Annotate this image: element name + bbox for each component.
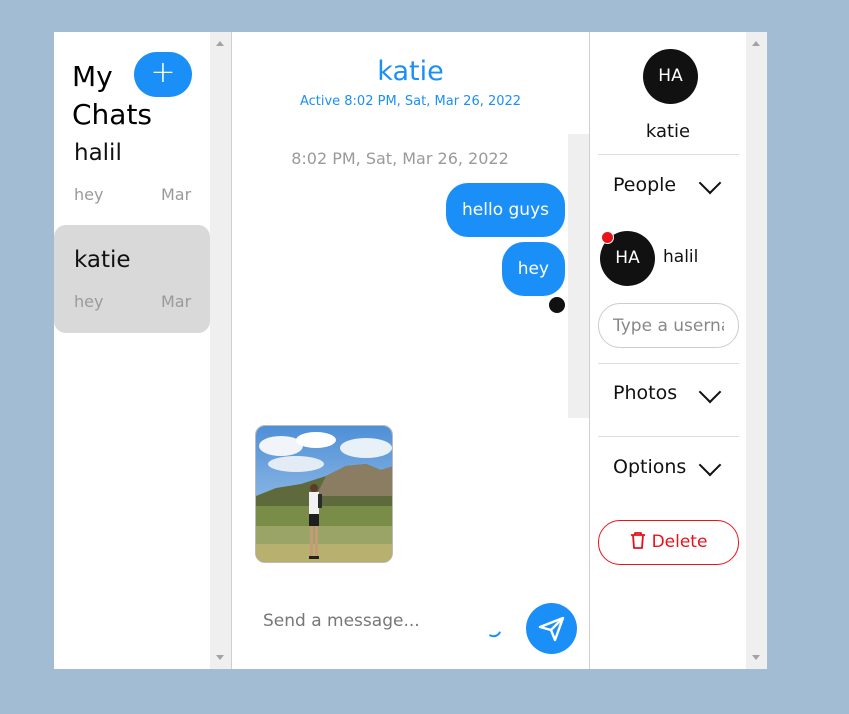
- conversation-active-status: Active 8:02 PM, Sat, Mar 26, 2022: [299, 94, 522, 109]
- chat-list-scrollbar[interactable]: [210, 32, 231, 669]
- send-button[interactable]: [526, 603, 577, 654]
- chat-card-time: Mar: [161, 185, 192, 204]
- shared-photo-thumbnail[interactable]: [255, 425, 393, 563]
- new-chat-button[interactable]: +: [134, 52, 192, 97]
- read-receipt-avatar: [549, 297, 565, 313]
- chat-card-halil[interactable]: halil hey Mar: [54, 132, 210, 218]
- chat-card-time: Mar: [161, 292, 192, 311]
- username-input[interactable]: [598, 303, 739, 348]
- divider: [598, 154, 739, 155]
- person-name: halil: [663, 247, 699, 267]
- options-section-title[interactable]: Options: [613, 456, 686, 478]
- scroll-down-arrow-icon[interactable]: [216, 655, 224, 660]
- message-input[interactable]: [263, 611, 493, 631]
- divider: [598, 436, 739, 437]
- photo-image: [256, 426, 392, 562]
- details-scrollbar[interactable]: [746, 32, 767, 669]
- delete-button-label: Delete: [651, 532, 708, 552]
- delete-chat-button[interactable]: Delete: [598, 520, 739, 565]
- trash-icon: [630, 532, 645, 549]
- message-bubble: hello guys: [446, 183, 565, 237]
- online-status-dot: [601, 231, 614, 244]
- chat-app: My Chats + halil hey Mar katie hey Mar k…: [54, 32, 767, 669]
- conversation-panel: katie Active 8:02 PM, Sat, Mar 26, 2022 …: [232, 32, 589, 669]
- chevron-down-icon[interactable]: [698, 171, 722, 195]
- chat-card-last-message: hey: [74, 292, 104, 311]
- profile-name: katie: [645, 121, 691, 142]
- message-bubble: hey: [501, 242, 565, 296]
- people-section-title[interactable]: People: [613, 174, 676, 196]
- chat-card-title: katie: [74, 247, 131, 273]
- chat-list-panel: My Chats + halil hey Mar katie hey Mar: [54, 32, 231, 669]
- chat-card-title: halil: [74, 140, 122, 166]
- chevron-down-icon[interactable]: [698, 380, 722, 404]
- conversation-title: katie: [377, 56, 444, 87]
- scroll-up-arrow-icon[interactable]: [752, 41, 760, 46]
- divider: [598, 363, 739, 364]
- scroll-down-arrow-icon[interactable]: [752, 655, 760, 660]
- chat-details-panel: HA katie People HA halil Photos Options …: [590, 32, 767, 669]
- send-icon: [538, 616, 565, 642]
- chat-card-katie[interactable]: katie hey Mar: [54, 225, 210, 333]
- message-feed-scrollbar[interactable]: [568, 134, 589, 418]
- attach-icon[interactable]: [488, 628, 502, 640]
- scroll-up-arrow-icon[interactable]: [216, 41, 224, 46]
- avatar: HA: [643, 49, 698, 104]
- photos-section-title[interactable]: Photos: [613, 382, 677, 404]
- message-date-separator: 8:02 PM, Sat, Mar 26, 2022: [291, 149, 509, 168]
- chat-card-last-message: hey: [74, 185, 104, 204]
- chevron-down-icon[interactable]: [698, 453, 722, 477]
